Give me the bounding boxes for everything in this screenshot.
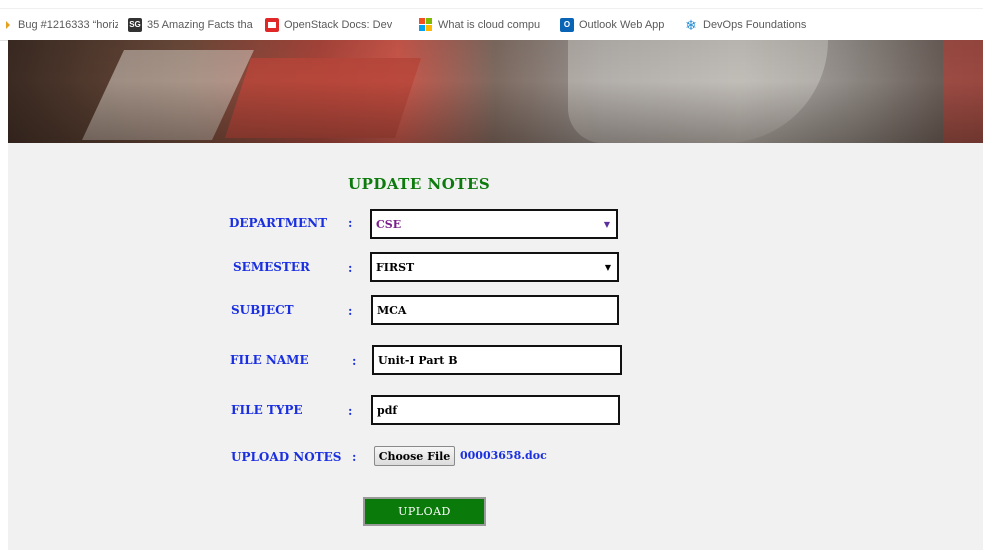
file-name-label: FILE NAME: [230, 353, 309, 367]
overflow-chevron-icon: [6, 21, 10, 29]
bookmark-cloud-computing[interactable]: What is cloud compu: [419, 17, 551, 33]
upload-notes-label: UPLOAD NOTES: [231, 450, 342, 464]
subject-value: MCA: [377, 303, 407, 317]
semester-select[interactable]: FIRST ▼: [370, 252, 619, 282]
bookmark-amazing-facts[interactable]: SG 35 Amazing Facts tha: [128, 17, 256, 33]
file-type-colon: :: [348, 404, 353, 418]
bookmark-label: What is cloud compu: [438, 19, 541, 31]
upload-notes-colon: :: [352, 450, 357, 464]
header-banner-image: [8, 40, 983, 143]
subject-colon: :: [348, 304, 353, 318]
chevron-down-icon: ▼: [604, 262, 611, 272]
department-colon: :: [348, 216, 353, 230]
bookmark-label: Bug #1216333 “horiz: [18, 19, 118, 31]
openstack-icon: [265, 18, 279, 32]
subject-input[interactable]: MCA: [371, 295, 619, 325]
microsoft-icon: [419, 18, 433, 32]
toolbar-divider: [0, 8, 983, 9]
page-title: UPDATE NOTES: [348, 175, 491, 193]
bookmark-openstack-docs[interactable]: OpenStack Docs: Dev: [265, 17, 403, 33]
upload-button[interactable]: UPLOAD: [363, 497, 486, 526]
department-value: CSE: [376, 217, 402, 231]
department-label: DEPARTMENT: [229, 216, 328, 230]
file-name-value: Unit-I Part B: [378, 353, 458, 367]
selected-file-name: 00003658.doc: [460, 449, 547, 462]
bookmark-label: DevOps Foundations: [703, 19, 807, 31]
file-type-label: FILE TYPE: [231, 403, 303, 417]
bookmark-bug[interactable]: Bug #1216333 “horiz: [18, 17, 118, 33]
snowflake-icon: ❄: [685, 17, 697, 33]
bookmark-label: 35 Amazing Facts tha: [147, 19, 253, 31]
department-select[interactable]: CSE ▼: [370, 209, 618, 239]
bookmark-outlook[interactable]: O Outlook Web App: [560, 17, 675, 33]
outlook-icon: O: [560, 18, 574, 32]
choose-file-button[interactable]: Choose File: [374, 446, 455, 466]
subject-label: SUBJECT: [231, 303, 294, 317]
bookmarks-bar: Bug #1216333 “horiz SG 35 Amazing Facts …: [0, 0, 983, 41]
file-name-colon: :: [352, 354, 357, 368]
semester-label: SEMESTER: [233, 260, 310, 274]
semester-value: FIRST: [376, 260, 415, 274]
file-name-input[interactable]: Unit-I Part B: [372, 345, 622, 375]
bookmark-label: Outlook Web App: [579, 19, 665, 31]
semester-colon: :: [348, 261, 353, 275]
file-type-value: pdf: [377, 403, 398, 417]
file-type-input[interactable]: pdf: [371, 395, 620, 425]
bookmark-devops[interactable]: ❄ DevOps Foundations: [684, 17, 814, 33]
sg-icon: SG: [128, 18, 142, 32]
banner-shade: [8, 40, 983, 143]
bookmark-label: OpenStack Docs: Dev: [284, 19, 393, 31]
chevron-down-icon: ▼: [603, 219, 610, 229]
